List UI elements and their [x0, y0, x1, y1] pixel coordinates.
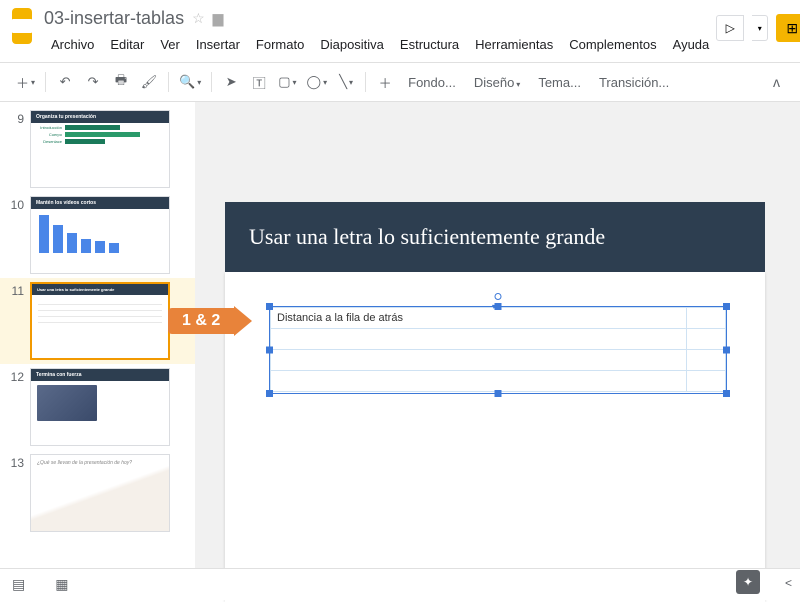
table-cell[interactable]	[271, 350, 687, 371]
thumb-image	[37, 385, 97, 421]
table-cell[interactable]	[687, 371, 726, 392]
theme-button[interactable]: Tema...	[530, 75, 589, 90]
table-cell[interactable]	[271, 329, 687, 350]
menu-addons[interactable]: Complementos	[562, 33, 663, 56]
menu-slide[interactable]: Diapositiva	[313, 33, 391, 56]
step-label: 1 & 2	[168, 308, 234, 334]
thumb-title: Organiza tu presentación	[31, 111, 169, 123]
menu-view[interactable]: Ver	[153, 33, 187, 56]
inserted-table[interactable]: ▾ Distancia a la fila de atrás	[269, 306, 727, 394]
thumb-label: Introducción	[35, 125, 65, 130]
image-tool[interactable]: ▢▾	[274, 69, 300, 95]
resize-handle-ne[interactable]	[723, 303, 730, 310]
slide-thumb-11[interactable]: 11 Usar una letra lo suficientemente gra…	[0, 278, 195, 364]
comment-button[interactable]: ＋	[372, 69, 398, 95]
slide-number: 13	[8, 454, 30, 470]
slide-thumb-13[interactable]: 13 ¿Qué se llevan de la presentación de …	[0, 450, 195, 536]
slide-title[interactable]: Usar una letra lo suficientemente grande	[225, 202, 765, 272]
main: 9 Organiza tu presentación Introducción …	[0, 102, 800, 594]
slides-logo[interactable]	[12, 8, 32, 44]
menu-insert[interactable]: Insertar	[189, 33, 247, 56]
filmstrip-view-icon[interactable]: ▤	[12, 576, 25, 593]
explore-button[interactable]: ✦	[736, 570, 760, 594]
table-cell[interactable]	[687, 329, 726, 350]
step-pointer: 1 & 2	[168, 306, 252, 336]
menu-arrange[interactable]: Estructura	[393, 33, 466, 56]
menu-file[interactable]: Archivo	[44, 33, 101, 56]
thumb-title: Mantén los vídeos cortos	[31, 197, 169, 209]
document-title[interactable]: 03-insertar-tablas	[44, 8, 184, 29]
slide-number: 9	[8, 110, 30, 126]
select-tool[interactable]: ➤	[218, 69, 244, 95]
slide-thumb-12[interactable]: 12 Termina con fuerza	[0, 364, 195, 450]
thumb-label: Cuerpo	[35, 132, 65, 137]
background-button[interactable]: Fondo...	[400, 75, 464, 90]
resize-handle-se[interactable]	[723, 390, 730, 397]
resize-handle-w[interactable]	[266, 347, 273, 354]
collapse-panel-icon[interactable]: <	[785, 576, 792, 590]
menu-format[interactable]: Formato	[249, 33, 311, 56]
header-right: ▷ ▾ ⊞	[716, 8, 800, 44]
collapse-toolbar[interactable]: ʌ	[765, 74, 788, 90]
slide-thumb-10[interactable]: 10 Mantén los vídeos cortos	[0, 192, 195, 278]
title-area: 03-insertar-tablas ☆ ▆ Archivo Editar Ve…	[44, 8, 716, 62]
textbox-tool[interactable]: 🅃	[246, 69, 272, 95]
table-cell[interactable]	[271, 371, 687, 392]
zoom-button[interactable]: 🔍▾	[175, 69, 205, 95]
undo-button[interactable]: ↶	[52, 69, 78, 95]
slide-thumb-9[interactable]: 9 Organiza tu presentación Introducción …	[0, 106, 195, 192]
paint-format-button[interactable]: 🖌	[136, 69, 162, 95]
thumb-title: Termina con fuerza	[31, 369, 169, 381]
thumb-title: Usar una letra lo suficientemente grande	[32, 284, 168, 295]
slide-number: 10	[8, 196, 30, 212]
new-slide-button[interactable]: ＋▾	[12, 69, 39, 95]
table-cell[interactable]	[687, 308, 726, 329]
menu-tools[interactable]: Herramientas	[468, 33, 560, 56]
resize-handle-s[interactable]	[495, 390, 502, 397]
folder-icon[interactable]: ▆	[213, 10, 224, 27]
pointer-arrow-icon	[234, 306, 252, 336]
slide-number: 12	[8, 368, 30, 384]
grid-view-icon[interactable]: ▦	[55, 576, 68, 593]
menu-edit[interactable]: Editar	[103, 33, 151, 56]
resize-handle-sw[interactable]	[266, 390, 273, 397]
share-button[interactable]: ⊞	[776, 14, 800, 42]
header: 03-insertar-tablas ☆ ▆ Archivo Editar Ve…	[0, 0, 800, 63]
slide-panel[interactable]: 9 Organiza tu presentación Introducción …	[0, 102, 195, 594]
column-handle[interactable]: ▾	[489, 302, 499, 308]
layout-button[interactable]: Diseño▾	[466, 75, 528, 90]
table[interactable]: Distancia a la fila de atrás	[270, 307, 726, 392]
resize-handle-e[interactable]	[723, 347, 730, 354]
menu-help[interactable]: Ayuda	[666, 33, 717, 56]
rotate-handle[interactable]	[495, 293, 502, 300]
slide-canvas[interactable]: Usar una letra lo suficientemente grande…	[195, 102, 800, 594]
toolbar: ＋▾ ↶ ↷ 🖶 🖌 🔍▾ ➤ 🅃 ▢▾ ◯▾ ╲▾ ＋ Fondo... Di…	[0, 63, 800, 102]
shape-tool[interactable]: ◯▾	[303, 69, 332, 95]
transition-button[interactable]: Transición...	[591, 75, 677, 90]
slide-number: 11	[8, 282, 30, 298]
present-dropdown[interactable]: ▾	[752, 15, 768, 41]
thumb-label: Desenlace	[35, 139, 65, 144]
table-cell[interactable]	[687, 350, 726, 371]
bottom-bar: ▤ ▦	[0, 568, 800, 600]
thumb-text: ¿Qué se llevan de la presentación de hoy…	[31, 455, 169, 471]
present-button[interactable]: ▷	[716, 15, 744, 41]
print-button[interactable]: 🖶	[108, 69, 134, 95]
table-cell[interactable]: Distancia a la fila de atrás	[271, 308, 687, 329]
redo-button[interactable]: ↷	[80, 69, 106, 95]
line-tool[interactable]: ╲▾	[333, 69, 359, 95]
menu-bar: Archivo Editar Ver Insertar Formato Diap…	[44, 33, 716, 56]
resize-handle-nw[interactable]	[266, 303, 273, 310]
star-icon[interactable]: ☆	[192, 10, 205, 27]
